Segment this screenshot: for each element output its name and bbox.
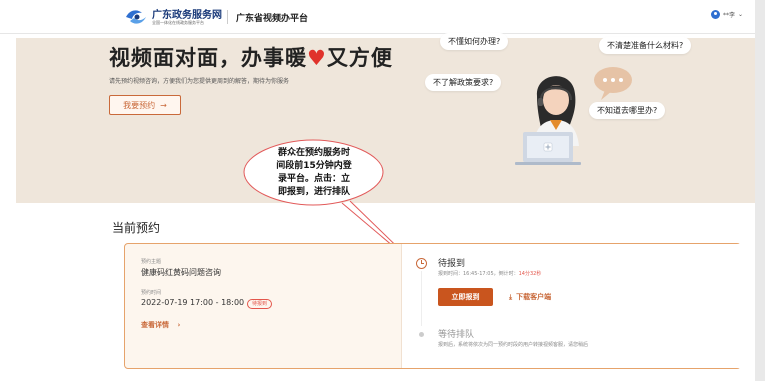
section-title: 当前预约	[112, 221, 161, 235]
callout-line: 间段前15分钟内登	[276, 161, 352, 171]
checkin-now-button[interactable]: 立即报到	[438, 288, 493, 306]
book-button-label: 我要预约	[123, 100, 156, 110]
clock-icon	[416, 258, 427, 269]
page: 广东政务服务网 全国一体化在线政务服务平台 广东省视频办平台 **李 ⌄ 视频面…	[0, 0, 755, 381]
callout-line: 即报到，进行排队	[277, 187, 350, 197]
customer-service-illustration	[515, 67, 632, 165]
time-label: 预约时间	[141, 290, 162, 296]
logo-subtitle: 全国一体化在线政务服务平台	[152, 20, 204, 25]
header-divider	[227, 10, 228, 24]
user-name: **李	[722, 12, 735, 19]
view-details-label: 查看详情	[141, 321, 169, 329]
question-bubble: 不懂如何办理?	[440, 33, 509, 50]
stage-checkin-title: 待报到	[438, 259, 466, 269]
scrollbar-track[interactable]	[755, 0, 765, 381]
stage-queue-title: 等待排队	[438, 330, 475, 340]
callout-line: 群众在预约服务时	[277, 148, 350, 158]
hero-title: 视频面对面，办事暖♥又方便	[109, 42, 393, 72]
book-appointment-button[interactable]: 我要预约 →	[109, 95, 181, 115]
hero-title-part2: 又方便	[326, 46, 393, 70]
question-bubble: 不清楚准备什么材料?	[599, 37, 692, 54]
user-avatar-icon	[710, 10, 720, 19]
status-badge: 待报到	[247, 299, 273, 309]
appointment-card: 预约主题 健康码红黄码问题咨询 预约时间 2022-07-19 17:00 - …	[124, 243, 741, 369]
view-details-link[interactable]: 查看详情 ›	[141, 320, 180, 330]
arrow-right-icon: →	[160, 100, 167, 110]
stage-checkin-subtitle: 报到时间：16:45-17:05，倒计时：14分32秒	[438, 270, 541, 277]
download-client-label: 下载客户端	[516, 293, 552, 301]
question-bubble: 不了解政策要求?	[425, 74, 502, 91]
top-header: 广东政务服务网 全国一体化在线政务服务平台 广东省视频办平台 **李 ⌄	[0, 0, 755, 34]
topic-label: 预约主题	[141, 259, 162, 265]
logo-title[interactable]: 广东政务服务网	[152, 6, 222, 21]
stage-queue-subtitle: 报到后，系统将依次为同一预约时段的用户转接视频客服，请您稍后	[438, 342, 589, 348]
callout-line: 录平台。点击：立	[277, 174, 350, 184]
topic-value: 健康码红黄码问题咨询	[141, 268, 221, 277]
timeline-line	[421, 271, 422, 326]
appointment-info: 预约主题 健康码红黄码问题咨询 预约时间 2022-07-19 17:00 - …	[125, 244, 395, 368]
heart-icon: ♥	[307, 46, 327, 70]
time-value: 2022-07-19 17:00 - 18:00	[141, 298, 245, 307]
appointment-progress: 待报到 报到时间：16:45-17:05，倒计时：14分32秒 立即报到 ⤓ 下…	[401, 244, 741, 368]
download-icon: ⤓	[509, 292, 513, 301]
platform-name: 广东省视频办平台	[236, 14, 309, 24]
hero-description: 请先预约视频咨询，方便我们为您提供更周到的解答，期待为你服务	[109, 78, 290, 85]
checkin-time-text: 报到时间：16:45-17:05，倒计时：	[438, 271, 519, 277]
download-client-link[interactable]: ⤓ 下载客户端	[509, 292, 551, 302]
chevron-down-icon: ⌄	[737, 11, 743, 18]
guangdong-logo-icon	[126, 10, 146, 24]
hero-title-part1: 视频面对面，办事暖	[109, 46, 307, 70]
chevron-right-icon: ›	[177, 321, 181, 329]
countdown-text: 14分32秒	[518, 271, 542, 277]
timeline-dot	[419, 332, 424, 337]
instruction-callout-text: 群众在预约服务时 间段前15分钟内登 录平台。点击：立 即报到，进行排队	[254, 147, 374, 199]
user-menu[interactable]: **李 ⌄	[710, 10, 743, 19]
